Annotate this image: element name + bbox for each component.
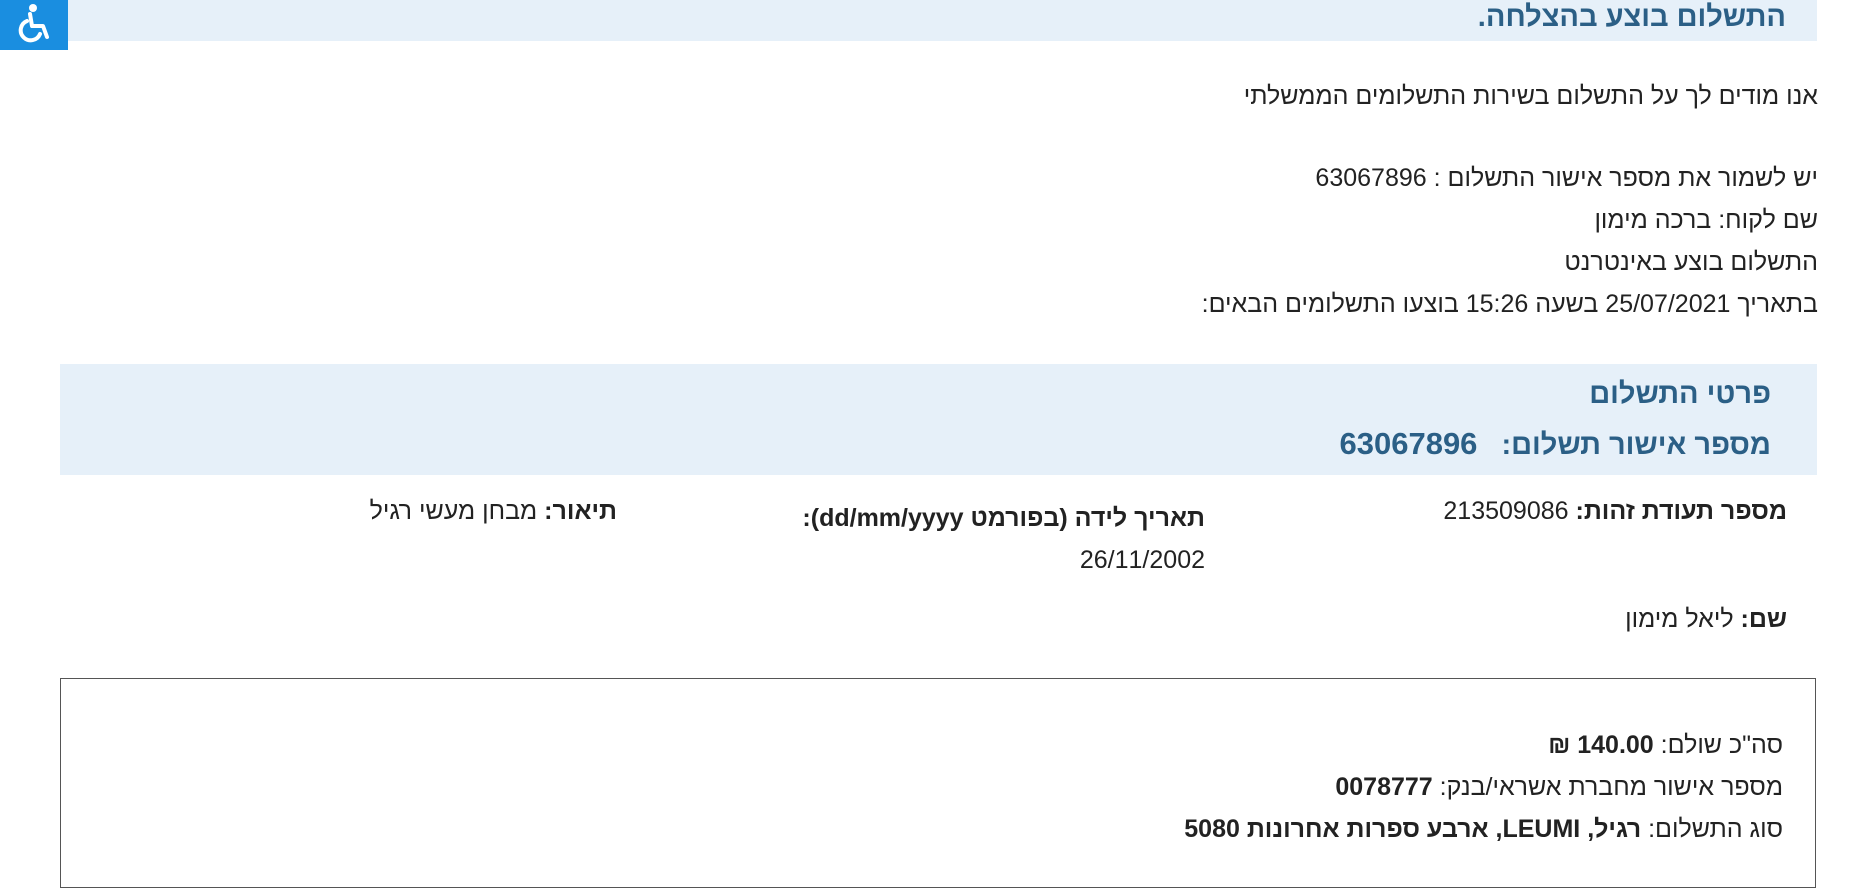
description-value: מבחן מעשי רגיל <box>369 497 538 525</box>
id-label: מספר תעודת זהות: <box>1575 497 1788 525</box>
bank-approval: מספר אישור מחברת אשראי/בנק: 0078777 <box>1335 773 1783 802</box>
name-label: שם: <box>1740 605 1787 633</box>
dob-field: תאריך לידה (בפורמט dd/mm/yyyy): 26/11/20… <box>802 497 1205 581</box>
description-field: תיאור: מבחן מעשי רגיל <box>370 497 617 526</box>
id-value: 213509086 <box>1443 497 1569 525</box>
bank-approval-value: 0078777 <box>1335 773 1433 801</box>
total-label: סה"כ שולם: <box>1660 731 1783 759</box>
dob-value: 26/11/2002 <box>1079 546 1205 574</box>
payment-details-title: פרטי התשלום <box>1589 378 1771 410</box>
success-title: התשלום בוצע בהצלחה. <box>1477 1 1786 33</box>
name-field: שם: ליאל מימון <box>1625 605 1787 634</box>
bank-approval-label: מספר אישור מחברת אשראי/בנק: <box>1439 773 1783 801</box>
payment-summary-box: סה"כ שולם: 140.00 ₪ מספר אישור מחברת אשר… <box>60 678 1816 888</box>
thanks-text: אנו מודים לך על התשלום בשירות התשלומים ה… <box>1243 82 1818 110</box>
accessibility-button[interactable] <box>0 0 68 50</box>
approval-number: 63067896 <box>1339 426 1478 461</box>
name-value: ליאל מימון <box>1625 605 1734 633</box>
payment-type: סוג התשלום: רגיל, LEUMI, ארבע ספרות אחרו… <box>1184 815 1783 844</box>
customer-name-text: שם לקוח: ברכה מימון <box>1594 206 1818 234</box>
wheelchair-icon <box>16 3 52 48</box>
payment-type-label: סוג התשלום: <box>1648 815 1783 843</box>
payment-datetime-text: בתאריך 25/07/2021 בשעה 15:26 בוצעו התשלו… <box>1201 290 1818 318</box>
total-value: 140.00 ₪ <box>1548 731 1654 759</box>
description-label: תיאור: <box>544 497 617 525</box>
payment-approval: מספר אישור תשלום: 63067896 <box>1340 426 1772 462</box>
total-paid: סה"כ שולם: 140.00 ₪ <box>1548 731 1783 760</box>
payment-details-header: פרטי התשלום מספר אישור תשלום: 63067896 <box>60 364 1817 475</box>
id-field: מספר תעודת זהות: 213509086 <box>1443 497 1787 526</box>
dob-label: תאריך לידה (בפורמט dd/mm/yyyy): <box>802 504 1205 532</box>
success-banner: התשלום בוצע בהצלחה. <box>68 0 1817 41</box>
payment-type-value: רגיל, LEUMI, ארבע ספרות אחרונות 5080 <box>1184 815 1642 843</box>
approval-label: מספר אישור תשלום: <box>1501 429 1771 461</box>
save-approval-text: יש לשמור את מספר אישור התשלום : 63067896 <box>1315 164 1818 192</box>
payment-channel-text: התשלום בוצע באינטרנט <box>1564 248 1818 276</box>
